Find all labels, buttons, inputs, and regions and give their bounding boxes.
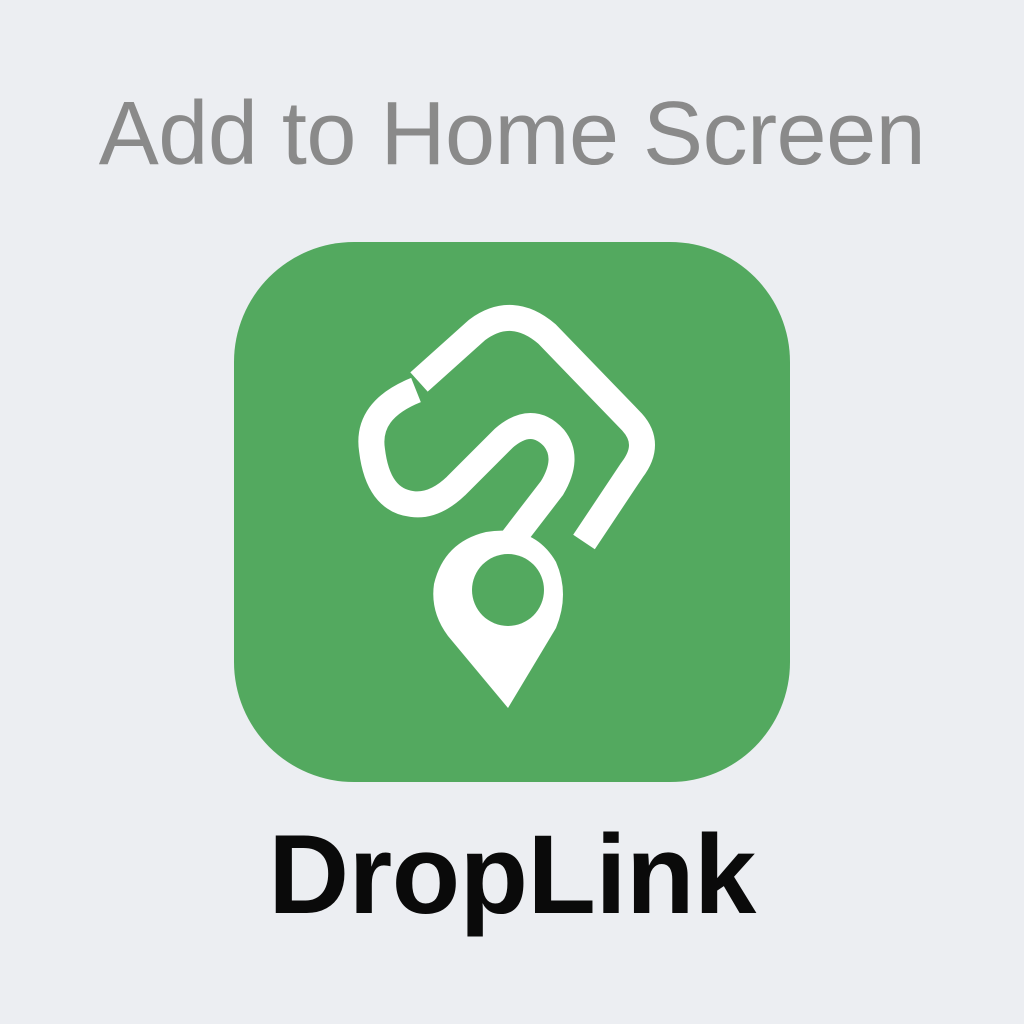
route-pin-icon [358, 305, 655, 708]
page-title: Add to Home Screen [98, 84, 926, 184]
add-to-home-screen: Add to Home Screen DropLink [0, 0, 1024, 1024]
app-name: DropLink [268, 812, 756, 937]
app-icon[interactable] [234, 242, 790, 782]
